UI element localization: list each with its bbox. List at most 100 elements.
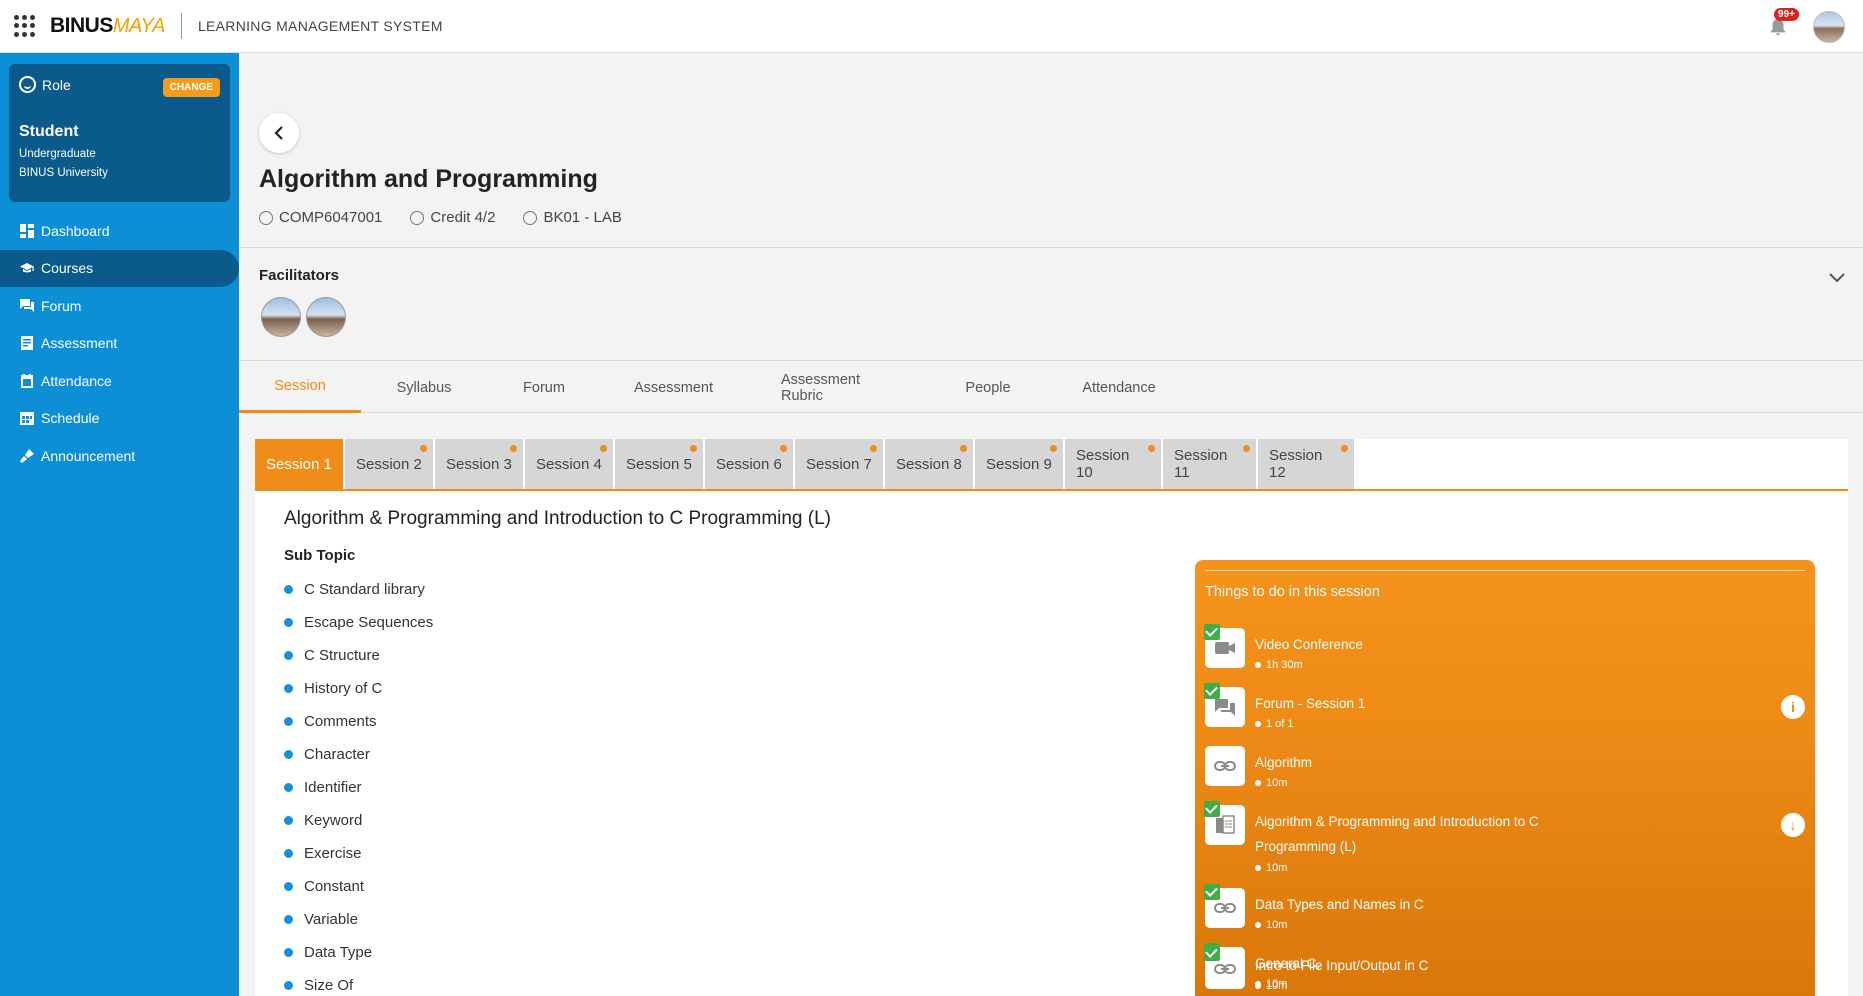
list-item: Keyword <box>284 804 433 837</box>
check-icon <box>1204 884 1220 900</box>
logo-primary: BINUS <box>50 14 113 37</box>
document-icon <box>1204 801 1245 845</box>
list-item: Data Type <box>284 936 433 969</box>
binusmaya-logo[interactable]: BINUS MAYA <box>50 14 165 38</box>
bullet-icon <box>284 816 293 825</box>
divider <box>239 247 1863 248</box>
bullet-icon <box>284 585 293 594</box>
bullet-icon <box>284 981 293 990</box>
todo-item-duration: 10m <box>1255 919 1287 931</box>
unread-dot <box>510 445 517 452</box>
session-tab-label: Session 1 <box>266 455 332 473</box>
unread-dot <box>870 445 877 452</box>
attendance-icon <box>20 373 34 388</box>
sidebar-item-label: Schedule <box>41 410 100 427</box>
sidebar-item-assessment[interactable]: Assessment <box>0 325 239 363</box>
bullet-icon <box>284 915 293 924</box>
sidebar-item-forum[interactable]: Forum <box>0 287 239 325</box>
notification-badge: 99+ <box>1774 8 1799 21</box>
change-role-button[interactable]: CHANGE <box>162 78 220 97</box>
apps-grid-icon[interactable] <box>14 15 36 37</box>
subtopic-label: Comments <box>304 713 377 730</box>
subtopic-label: History of C <box>304 680 383 697</box>
todo-item-name: Algorithm <box>1255 755 1313 770</box>
session-tab-3[interactable]: Session 3 <box>435 439 523 489</box>
main-content: Algorithm and Programming COMP6047001 Cr… <box>239 53 1863 996</box>
sidebar-item-announcement[interactable]: Announcement <box>0 437 239 475</box>
course-credit: Credit 4/2 <box>430 209 496 226</box>
session-tab-label: Session 3 <box>446 455 512 473</box>
download-icon[interactable]: ↓ <box>1781 813 1805 837</box>
smiley-icon <box>19 76 36 93</box>
todo-item-duration: 10m <box>1255 862 1287 874</box>
list-item: Variable <box>284 903 433 936</box>
tab-assessment[interactable]: Assessment <box>601 362 746 413</box>
facilitator-avatar[interactable] <box>261 297 301 337</box>
session-tab-5[interactable]: Session 5 <box>615 439 703 489</box>
video-icon <box>1204 624 1245 668</box>
tab-syllabus[interactable]: Syllabus <box>361 362 487 413</box>
subtopic-label: Exercise <box>304 845 362 862</box>
tab-assessment-rubric[interactable]: Assessment Rubric <box>746 362 933 413</box>
list-item: History of C <box>284 672 433 705</box>
session-tab-7[interactable]: Session 7 <box>795 439 883 489</box>
todo-item-algorithm[interactable]: Algorithm 10m <box>1205 746 1805 789</box>
todo-item-forum-session-1[interactable]: Forum - Session 1 1 of 1 i <box>1204 683 1805 730</box>
link-icon <box>1204 884 1245 928</box>
user-avatar[interactable] <box>1813 11 1845 43</box>
sidebar-item-label: Courses <box>41 260 94 277</box>
back-button[interactable] <box>259 113 299 153</box>
session-tab-9[interactable]: Session 9 <box>975 439 1063 489</box>
course-code-icon <box>259 210 273 225</box>
subtopic-list: C Standard library Escape Sequences C St… <box>284 573 433 996</box>
course-tabs: Session Syllabus Forum Assessment Assess… <box>239 362 1863 413</box>
session-tab-label: Session 5 <box>626 455 692 473</box>
sidebar: Role CHANGE Student Undergraduate BINUS … <box>0 53 239 996</box>
chevron-left-icon <box>274 126 283 140</box>
facilitator-avatar[interactable] <box>306 297 346 337</box>
session-tabs: Session 1 Session 2 Session 3 Session 4 … <box>255 439 1356 489</box>
chevron-down-icon[interactable] <box>1827 267 1847 287</box>
subtopic-heading: Sub Topic <box>284 547 356 564</box>
session-tab-label: Session 8 <box>896 455 962 473</box>
session-tab-2[interactable]: Session 2 <box>345 439 433 489</box>
todo-item-file-io[interactable]: Intro to File Input/Output in C 10m <box>1204 945 1805 992</box>
role-card: Role CHANGE Student Undergraduate BINUS … <box>9 64 230 202</box>
session-tab-8[interactable]: Session 8 <box>885 439 973 489</box>
notification-bell-icon[interactable]: 99+ <box>1767 8 1799 40</box>
bullet-icon <box>284 684 293 693</box>
todo-item-video-conference[interactable]: Video Conference 1h 30m <box>1204 624 1805 671</box>
divider <box>239 360 1863 361</box>
tab-forum[interactable]: Forum <box>487 362 601 413</box>
tab-attendance[interactable]: Attendance <box>1043 362 1195 413</box>
sidebar-item-schedule[interactable]: Schedule <box>0 400 239 438</box>
course-code: COMP6047001 <box>279 209 383 226</box>
todo-item-duration: 10m <box>1255 980 1287 992</box>
session-tab-1[interactable]: Session 1 <box>255 439 343 489</box>
unread-dot <box>780 445 787 452</box>
sidebar-item-dashboard[interactable]: Dashboard <box>0 212 239 250</box>
session-tab-4[interactable]: Session 4 <box>525 439 613 489</box>
session-tab-label: Session 10 <box>1076 447 1130 481</box>
tab-people[interactable]: People <box>933 362 1043 413</box>
info-icon[interactable]: i <box>1781 695 1805 719</box>
todo-item-duration: 1h 30m <box>1255 659 1303 671</box>
session-tab-10[interactable]: Session 10 <box>1065 439 1161 489</box>
sidebar-item-courses[interactable]: Courses <box>0 249 239 287</box>
unread-dot <box>1148 445 1155 452</box>
app-title: LEARNING MANAGEMENT SYSTEM <box>197 18 443 34</box>
session-tab-11[interactable]: Session 11 <box>1163 439 1256 489</box>
session-tab-12[interactable]: Session 12 <box>1258 439 1354 489</box>
forum-icon <box>20 298 34 313</box>
unread-dot <box>600 445 607 452</box>
todo-item-algorithm-programming-document[interactable]: Algorithm & Programming and Introduction… <box>1204 801 1805 874</box>
todo-item-data-types[interactable]: Data Types and Names in C 10m <box>1204 884 1805 931</box>
session-tab-6[interactable]: Session 6 <box>705 439 793 489</box>
things-to-do-panel: Things to do in this session Video Confe… <box>1195 560 1815 996</box>
session-tab-label: Session 6 <box>716 455 782 473</box>
unread-dot <box>690 445 697 452</box>
tab-session[interactable]: Session <box>239 362 361 413</box>
subtopic-label: C Structure <box>304 647 380 664</box>
facilitators-title: Facilitators <box>259 267 340 284</box>
sidebar-item-attendance[interactable]: Attendance <box>0 362 239 400</box>
